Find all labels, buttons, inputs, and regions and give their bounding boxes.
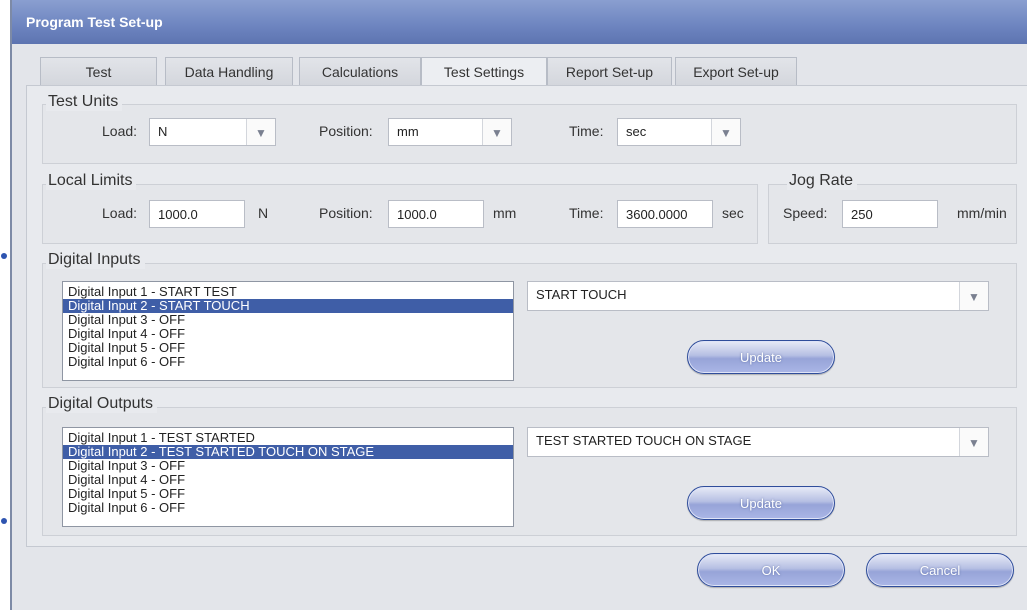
- callout-dot: [1, 253, 7, 259]
- position-limit-label: Position:: [319, 205, 373, 221]
- tab-test-settings[interactable]: Test Settings: [421, 57, 547, 88]
- position-unit-label: Position:: [319, 123, 373, 139]
- list-item[interactable]: Digital Input 3 - OFF: [63, 313, 513, 327]
- load-unit-value: N: [158, 124, 168, 139]
- tab-report-setup[interactable]: Report Set-up: [547, 57, 672, 86]
- position-unit-value: mm: [397, 124, 419, 139]
- dialog-content: Test Data Handling Calculations Test Set…: [26, 44, 1027, 610]
- test-units-title: Test Units: [46, 93, 123, 111]
- load-limit-input[interactable]: 1000.0: [149, 200, 245, 228]
- speed-label: Speed:: [783, 205, 828, 221]
- list-item[interactable]: Digital Input 3 - OFF: [63, 459, 513, 473]
- digital-inputs-title: Digital Inputs: [46, 251, 145, 269]
- digital-input-function-value: START TOUCH: [536, 287, 627, 302]
- time-unit-label: Time:: [569, 123, 604, 139]
- digital-outputs-list[interactable]: Digital Input 1 - TEST STARTED Digital I…: [62, 427, 514, 527]
- cancel-button[interactable]: Cancel: [866, 553, 1014, 587]
- digital-inputs-list[interactable]: Digital Input 1 - START TEST Digital Inp…: [62, 281, 514, 381]
- load-limit-label: Load:: [102, 205, 138, 221]
- list-item[interactable]: Digital Input 1 - TEST STARTED: [63, 431, 513, 445]
- list-item[interactable]: Digital Input 1 - START TEST: [63, 285, 513, 299]
- time-unit-select[interactable]: sec ▼: [617, 118, 741, 146]
- digital-input-function-select[interactable]: START TOUCH ▼: [527, 281, 989, 311]
- time-limit-label: Time:: [569, 205, 604, 221]
- load-unit-select[interactable]: N ▼: [149, 118, 276, 146]
- digital-output-function-value: TEST STARTED TOUCH ON STAGE: [536, 433, 752, 448]
- time-limit-input[interactable]: 3600.0000: [617, 200, 713, 228]
- update-inputs-button[interactable]: Update: [687, 340, 835, 374]
- list-item-selected[interactable]: Digital Input 2 - TEST STARTED TOUCH ON …: [63, 445, 513, 459]
- tab-export-setup[interactable]: Export Set-up: [675, 57, 797, 86]
- program-test-setup-window: Program Test Set-up Test Data Handling C…: [10, 0, 1027, 610]
- position-unit-select[interactable]: mm ▼: [388, 118, 512, 146]
- list-item[interactable]: Digital Input 4 - OFF: [63, 327, 513, 341]
- load-unit-label: Load:: [102, 123, 138, 139]
- list-item[interactable]: Digital Input 6 - OFF: [63, 355, 513, 369]
- chevron-down-icon[interactable]: ▼: [482, 119, 511, 145]
- digital-output-function-select[interactable]: TEST STARTED TOUCH ON STAGE ▼: [527, 427, 989, 457]
- update-outputs-button[interactable]: Update: [687, 486, 835, 520]
- time-limit-unit: sec: [722, 205, 744, 221]
- position-limit-unit: mm: [493, 205, 517, 221]
- list-item[interactable]: Digital Input 4 - OFF: [63, 473, 513, 487]
- window-title: Program Test Set-up: [26, 14, 163, 30]
- tab-test[interactable]: Test: [40, 57, 157, 86]
- test-settings-panel: Test Units Load: N ▼ Position: mm ▼ Time…: [26, 85, 1027, 547]
- tab-calculations[interactable]: Calculations: [299, 57, 421, 86]
- speed-unit: mm/min: [957, 205, 1007, 221]
- callout-dot: [1, 518, 7, 524]
- chevron-down-icon[interactable]: ▼: [711, 119, 740, 145]
- digital-outputs-title: Digital Outputs: [46, 395, 157, 413]
- chevron-down-icon[interactable]: ▼: [959, 282, 988, 310]
- ok-button[interactable]: OK: [697, 553, 845, 587]
- position-limit-input[interactable]: 1000.0: [388, 200, 484, 228]
- list-item[interactable]: Digital Input 6 - OFF: [63, 501, 513, 515]
- chevron-down-icon[interactable]: ▼: [246, 119, 275, 145]
- speed-input[interactable]: 250: [842, 200, 938, 228]
- title-bar[interactable]: Program Test Set-up: [12, 0, 1027, 44]
- chevron-down-icon[interactable]: ▼: [959, 428, 988, 456]
- jog-rate-title: Jog Rate: [787, 172, 858, 190]
- local-limits-title: Local Limits: [46, 172, 137, 190]
- list-item[interactable]: Digital Input 5 - OFF: [63, 487, 513, 501]
- time-unit-value: sec: [626, 124, 647, 139]
- list-item-selected[interactable]: Digital Input 2 - START TOUCH: [63, 299, 513, 313]
- load-limit-unit: N: [258, 205, 269, 221]
- tab-data-handling[interactable]: Data Handling: [165, 57, 293, 86]
- list-item[interactable]: Digital Input 5 - OFF: [63, 341, 513, 355]
